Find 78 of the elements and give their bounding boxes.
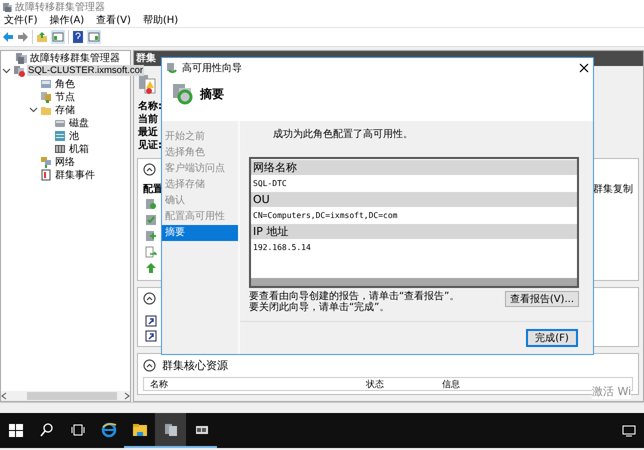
console-tree-icon[interactable]	[51, 30, 65, 44]
windows-icon	[8, 422, 24, 438]
app-icon	[2, 2, 12, 12]
folder-icon	[132, 422, 148, 438]
field-label: 当前	[138, 112, 158, 126]
scrollbar[interactable]	[1, 391, 130, 401]
menu-item[interactable]: 帮助(H)	[142, 13, 178, 27]
description-text: 群集复制	[593, 182, 633, 196]
finish-button[interactable]: 完成(F)	[526, 329, 578, 347]
stack-icon	[54, 130, 66, 142]
help-icon[interactable]	[72, 31, 84, 43]
section-heading: 网络名称	[251, 160, 577, 175]
shortcut-icon[interactable]	[145, 314, 157, 327]
field-label: 最近	[138, 126, 158, 139]
search-icon	[38, 422, 54, 438]
tree-item[interactable]: 磁盘	[68, 116, 90, 130]
taskbar-button[interactable]	[155, 413, 186, 448]
wizard-step[interactable]: 摘要	[162, 225, 238, 241]
collapse-icon[interactable]	[143, 292, 156, 305]
view-report-button[interactable]: 查看报告(V)...	[504, 291, 579, 307]
add-server-icon[interactable]	[145, 230, 157, 242]
instruction-text: 要查看由向导创建的报告，请单击“查看报告”。	[249, 291, 460, 302]
tree-item[interactable]: 节点	[54, 90, 76, 104]
log-icon	[40, 168, 52, 180]
chevron-icon[interactable]	[2, 66, 11, 75]
success-message: 成功为此角色配置了高可用性。	[273, 129, 414, 141]
forward-icon[interactable]	[17, 31, 29, 43]
tree-item[interactable]: 群集事件	[54, 168, 96, 182]
server-icon	[15, 52, 27, 64]
field-label: 见证:	[138, 138, 162, 152]
page-heading: 摘要	[200, 86, 224, 102]
panel-title: 群集核心资源	[162, 358, 228, 372]
tree-item[interactable]: SQL-CLUSTER.ixmsoft.cor	[27, 65, 144, 76]
task-view-icon	[70, 422, 86, 438]
section-heading: IP 地址	[251, 224, 577, 239]
section-value: 192.168.5.14	[252, 242, 312, 254]
rack-icon	[54, 142, 66, 154]
network-icon	[40, 156, 52, 168]
column-header[interactable]: 名称	[144, 378, 360, 390]
server-icon	[162, 422, 178, 438]
up-folder-icon[interactable]	[36, 31, 48, 43]
network-icon[interactable]	[622, 424, 636, 436]
tree-item[interactable]: 角色	[54, 76, 76, 90]
shortcut-icon[interactable]	[145, 330, 157, 342]
browser-icon	[100, 422, 116, 438]
scrollbar[interactable]	[251, 278, 577, 286]
section-heading: OU	[251, 192, 577, 207]
field-label: 名称:	[138, 100, 162, 113]
collapse-icon[interactable]	[143, 163, 156, 176]
tree-item[interactable]: 故障转移群集管理器	[29, 50, 121, 64]
checklist-icon[interactable]	[145, 214, 157, 226]
wizard-icon	[170, 82, 194, 106]
instruction-text: 要关闭此向导，请单击“完成”。	[249, 302, 390, 313]
tree-item[interactable]: 网络	[54, 154, 76, 168]
cluster-icon	[13, 64, 25, 76]
server-icon[interactable]	[145, 198, 157, 210]
column-header[interactable]: 状态	[360, 378, 436, 390]
window-title: 故障转移群集管理器	[15, 0, 105, 14]
activation-notice: 激活 Wi	[592, 384, 632, 399]
server-icon	[40, 90, 52, 102]
wizard-icon	[166, 62, 178, 74]
section-value: SQL-DTC	[252, 178, 288, 190]
window-icon	[40, 78, 52, 90]
action-pane-icon[interactable]	[87, 30, 101, 44]
tree-item[interactable]: 存储	[54, 102, 76, 116]
collapse-icon[interactable]	[143, 358, 156, 372]
tree-item[interactable]: 池	[68, 128, 80, 142]
column-header[interactable]: 信息	[436, 378, 502, 390]
menu-item[interactable]: 查看(V)	[96, 13, 131, 27]
document-arrow-icon[interactable]	[145, 246, 157, 258]
back-icon[interactable]	[2, 31, 14, 43]
chevron-icon[interactable]	[29, 105, 38, 114]
section-value: CN=Computers,DC=ixmsoft,DC=com	[252, 210, 398, 222]
menu-item[interactable]: 操作(A)	[50, 13, 84, 27]
menu-item[interactable]: 文件(F)	[4, 13, 38, 27]
close-icon[interactable]	[579, 63, 589, 73]
tree-item[interactable]: 机箱	[68, 142, 90, 156]
up-arrow-icon[interactable]	[145, 262, 157, 274]
